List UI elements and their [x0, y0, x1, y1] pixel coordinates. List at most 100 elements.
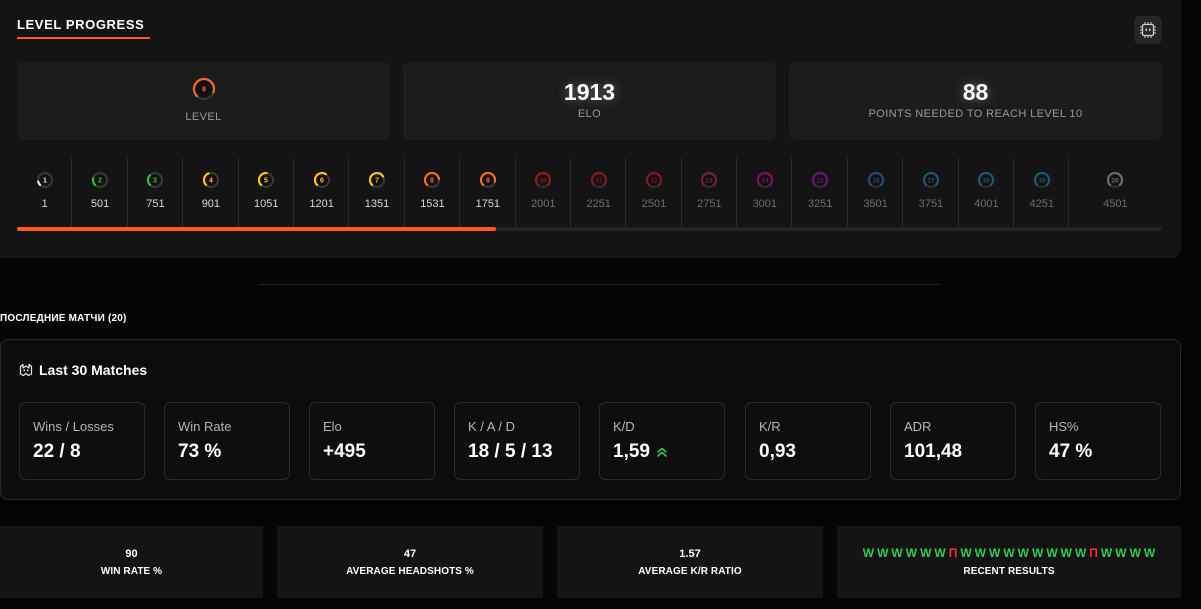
summary-label: AVERAGE K/R RATIO: [638, 566, 742, 577]
trend-up-icon: [657, 447, 667, 457]
summary-recent-results: WWWWWWПWWWWWWWWWПWWWW RECENT RESULTS: [837, 526, 1181, 598]
result-win: W: [1017, 546, 1029, 560]
result-win: W: [989, 546, 1001, 560]
elo-box: 1913 ELO: [403, 62, 776, 140]
stat-value: 22 / 8: [33, 441, 81, 462]
last-matches-header: Last 30 Matches: [19, 362, 147, 378]
result-win: W: [1100, 546, 1113, 560]
level-elo-threshold: 2251: [586, 198, 611, 210]
level-elo-threshold: 1051: [254, 198, 279, 210]
level-elo-threshold: 1751: [475, 198, 501, 210]
level-elo-threshold: 4501: [1103, 198, 1128, 210]
result-win: W: [960, 546, 972, 560]
stat-win-rate: Win Rate 73 %: [164, 402, 290, 480]
level-elo-threshold: 1201: [309, 198, 334, 210]
level-number: 3: [154, 178, 158, 185]
result-win: W: [891, 546, 903, 560]
elo-label: ELO: [577, 108, 602, 120]
level-badge-icon: 17: [922, 171, 940, 189]
level-number: 9: [202, 87, 206, 94]
title-underline: [17, 37, 150, 39]
level-step-7: 7 1351: [349, 158, 405, 230]
level-number: 20: [1112, 178, 1120, 185]
stat-label: Win Rate: [178, 419, 232, 434]
level-elo-threshold: 1531: [420, 198, 445, 210]
summary-win-rate: 90 WIN RATE %: [0, 526, 263, 598]
stat-value: 73 %: [178, 441, 222, 462]
level-badge-icon: 20: [1107, 171, 1124, 189]
result-win: W: [862, 546, 875, 560]
stat-value: 1,59: [613, 441, 650, 462]
result-win: W: [920, 546, 932, 560]
recent-matches-title: ПОСЛЕДНИЕ МАТЧИ (20): [0, 313, 127, 324]
level-badge-icon: 13: [701, 171, 718, 189]
points-needed-label: POINTS NEEDED TO REACH LEVEL 10: [868, 108, 1083, 120]
level-elo-threshold: 4001: [974, 198, 999, 210]
level-elo-threshold: 901: [201, 198, 221, 210]
result-win: W: [1031, 546, 1044, 560]
level-badge-icon: 3: [147, 171, 164, 189]
level-step-8: 8 1531: [405, 158, 461, 230]
level-elo-threshold: 3001: [752, 198, 778, 210]
level-elo-threshold: 751: [146, 198, 165, 210]
level-number: 15: [817, 178, 825, 185]
level-elo-threshold: 1351: [364, 198, 390, 210]
level-badge-icon: 6: [313, 171, 330, 189]
section-divider: [258, 284, 940, 285]
level-step-5: 5 1051: [239, 158, 294, 230]
level-badge-icon: 19: [1033, 171, 1050, 189]
stat-label: K / A / D: [468, 419, 515, 434]
stat-label: K/D: [613, 419, 635, 434]
level-step-6: 6 1201: [294, 158, 350, 230]
result-win: W: [1046, 546, 1058, 560]
result-win: W: [934, 546, 946, 560]
level-step-18: 18 4001: [959, 158, 1015, 230]
stat-wins-losses: Wins / Losses 22 / 8: [19, 402, 145, 480]
level-step-4: 4 901: [183, 158, 239, 230]
level-number: 19: [1038, 178, 1046, 185]
result-win: W: [1115, 546, 1127, 560]
level-number: 6: [320, 178, 324, 185]
level-number: 8: [430, 178, 434, 185]
summary-kr-ratio: 1.57 AVERAGE K/R RATIO: [557, 526, 823, 598]
stat-value: 18 / 5 / 13: [468, 441, 553, 462]
recent-results-label: RECENT RESULTS: [963, 566, 1055, 577]
level-badge-icon: 14: [756, 171, 773, 189]
level-elo-threshold: 3751: [918, 198, 944, 210]
chip-icon: [1140, 22, 1156, 38]
stat-value: 0,93: [759, 441, 796, 462]
level-elo-threshold: 3251: [807, 198, 833, 210]
level-step-13: 13 2751: [682, 158, 738, 230]
level-badge-icon: 4: [202, 171, 219, 189]
level-step-14: 14 3001: [737, 158, 793, 230]
level-step-10: 10 2001: [516, 158, 571, 230]
level-badge-icon: 1: [36, 171, 53, 189]
level-badge-icon: 16: [867, 171, 884, 189]
level-badge-icon: 12: [645, 171, 663, 189]
level-badge-icon: 7: [368, 171, 386, 189]
level-number: 4: [209, 178, 213, 185]
level-badge-icon: 10: [535, 171, 552, 189]
level-number: 10: [540, 178, 548, 185]
recent-results-row: WWWWWWПWWWWWWWWWПWWWW: [837, 546, 1181, 560]
level-badge-icon: 11: [590, 171, 607, 189]
level-progress-fill: [17, 227, 496, 231]
stat-label: K/R: [759, 419, 781, 434]
level-badge-icon: 5: [258, 171, 275, 189]
level-badge-icon: 8: [424, 171, 441, 189]
level-number: 5: [264, 178, 268, 185]
level-number: 7: [375, 178, 379, 185]
chip-icon-button[interactable]: [1134, 16, 1162, 44]
level-step-19: 19 4251: [1014, 158, 1070, 230]
level-number: 18: [983, 178, 991, 185]
elo-value: 1913: [563, 79, 616, 105]
level-elo-threshold: 2501: [641, 198, 667, 210]
level-progress-track: [17, 227, 1162, 231]
result-win: W: [1129, 546, 1141, 560]
level-elo-threshold: 2751: [697, 198, 722, 210]
level-number: 9: [486, 178, 490, 185]
level-elo-threshold: 3501: [863, 198, 888, 210]
stat-label: Wins / Losses: [33, 419, 114, 434]
stat-value: +495: [323, 441, 366, 462]
level-step-16: 16 3501: [848, 158, 904, 230]
